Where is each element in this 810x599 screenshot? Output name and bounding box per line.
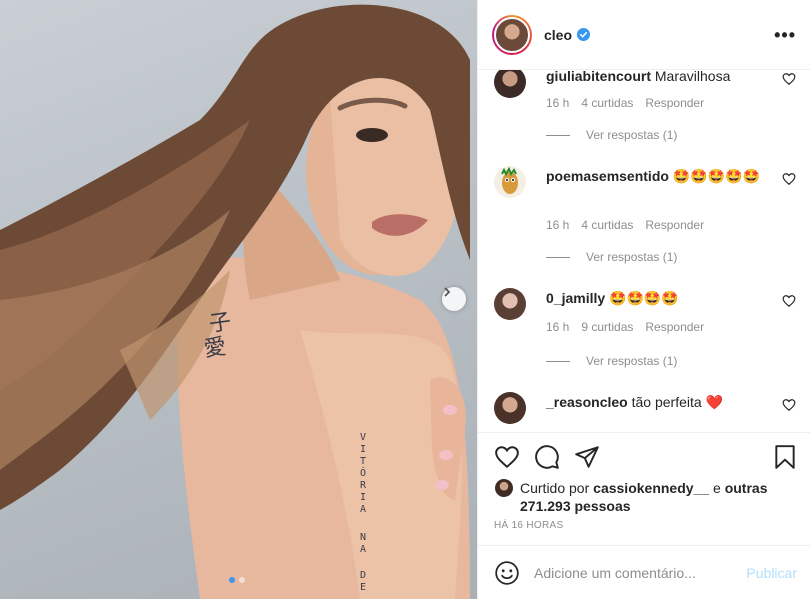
comment-meta: 16 h 4 curtidas Responder (546, 218, 704, 232)
comment-bubble-icon[interactable] (534, 444, 560, 470)
next-photo-button[interactable] (442, 287, 466, 311)
svg-text:R: R (360, 480, 367, 491)
carousel-dot (239, 577, 245, 583)
post-header: cleo ••• (478, 0, 810, 70)
post-sidebar: cleo ••• giuliabitencourt Maravilhosa 16… (477, 0, 810, 599)
view-replies-label: Ver respostas (1) (586, 354, 678, 368)
svg-text:愛: 愛 (202, 335, 227, 363)
liker-avatar[interactable] (494, 478, 514, 498)
more-options-button[interactable]: ••• (774, 25, 796, 46)
like-comment-heart-icon[interactable] (782, 398, 796, 412)
svg-text:N: N (360, 532, 366, 543)
comment-username[interactable]: giuliabitencourt (546, 70, 651, 84)
svg-text:Ó: Ó (360, 466, 366, 479)
like-comment-heart-icon[interactable] (782, 294, 796, 308)
post-photo[interactable]: 子 愛 VITÓ RIA NA DE (0, 0, 477, 599)
reply-button[interactable]: Responder (645, 96, 704, 110)
cartoon-avatar-image (501, 166, 518, 194)
svg-text:I: I (360, 444, 366, 455)
comment-input[interactable] (534, 560, 734, 586)
comment-text: tão perfeita ❤️ (631, 394, 723, 410)
share-paper-plane-icon[interactable] (574, 444, 600, 470)
post-timestamp[interactable]: HÁ 16 HORAS (494, 520, 563, 531)
comment-username[interactable]: poemasemsentido (546, 168, 669, 184)
comment-meta: 16 h 4 curtidas Responder (546, 96, 704, 110)
commenter-avatar[interactable] (494, 288, 526, 320)
comment-username[interactable]: _reasoncleo (546, 394, 628, 410)
comment-username[interactable]: 0_jamilly (546, 290, 605, 306)
comment-meta: 16 h 9 curtidas Responder (546, 320, 704, 334)
commenter-avatar[interactable] (494, 166, 526, 198)
view-replies-button[interactable]: Ver respostas (1) (546, 250, 677, 264)
reply-button[interactable]: Responder (645, 218, 704, 232)
comment-time[interactable]: 16 h (546, 320, 569, 334)
verified-badge-icon (577, 28, 591, 41)
like-comment-heart-icon[interactable] (782, 72, 796, 86)
carousel-dot-active (229, 577, 235, 583)
comment-likes[interactable]: 4 curtidas (581, 218, 633, 232)
carousel-indicator (229, 577, 245, 583)
svg-text:E: E (360, 582, 366, 593)
svg-text:V: V (360, 432, 366, 443)
author-username[interactable]: cleo (544, 27, 572, 43)
save-bookmark-icon[interactable] (772, 444, 798, 470)
view-replies-button[interactable]: Ver respostas (1) (546, 354, 677, 368)
svg-text:T: T (360, 456, 366, 467)
commenter-avatar[interactable] (494, 392, 526, 424)
comments-list[interactable]: giuliabitencourt Maravilhosa 16 h 4 curt… (478, 70, 810, 432)
reply-button[interactable]: Responder (645, 320, 704, 334)
author-avatar[interactable] (492, 14, 532, 55)
comment-time[interactable]: 16 h (546, 218, 569, 232)
comment-time[interactable]: 16 h (546, 96, 569, 110)
svg-text:D: D (360, 570, 366, 581)
svg-text:I: I (360, 492, 366, 503)
chevron-right-icon (444, 287, 451, 297)
svg-text:A: A (360, 504, 366, 515)
publish-button[interactable]: Publicar (746, 565, 797, 581)
comment-text: 🤩🤩🤩🤩🤩 (672, 168, 760, 184)
like-heart-icon[interactable] (494, 444, 520, 470)
liked-by-prefix: Curtido por (520, 480, 590, 496)
view-replies-label: Ver respostas (1) (586, 250, 678, 264)
comment-likes[interactable]: 9 curtidas (581, 320, 633, 334)
svg-text:子: 子 (207, 310, 232, 338)
comment-text: Maravilhosa (654, 70, 731, 84)
svg-text:A: A (360, 544, 366, 555)
like-comment-heart-icon[interactable] (782, 172, 796, 186)
view-replies-button[interactable]: Ver respostas (1) (546, 128, 677, 142)
commenter-avatar[interactable] (494, 70, 526, 98)
liked-by-user[interactable]: cassiokennedy__ (593, 480, 709, 496)
emoji-smiley-icon[interactable] (494, 560, 520, 586)
add-comment-bar: Publicar (478, 545, 810, 599)
comment-likes[interactable]: 4 curtidas (581, 96, 633, 110)
photo-illustration: 子 愛 VITÓ RIA NA DE (0, 4, 470, 599)
view-replies-label: Ver respostas (1) (586, 128, 678, 142)
post-actions (478, 432, 810, 480)
liked-by-conj: e (713, 480, 721, 496)
comment-text: 🤩🤩🤩🤩 (609, 290, 679, 306)
